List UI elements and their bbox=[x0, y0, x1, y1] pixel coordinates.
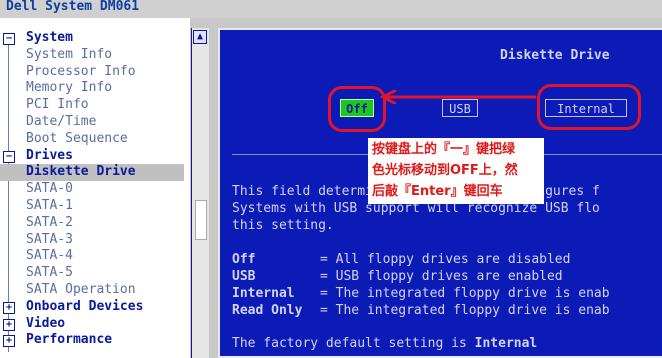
tree-item-sata-0[interactable]: SATA-0 bbox=[0, 181, 190, 198]
expand-icon[interactable]: + bbox=[3, 301, 15, 314]
callout-line: 色光标移动到OFF上，然 bbox=[372, 163, 518, 178]
factory-default-value: Internal bbox=[474, 336, 538, 351]
legend-value-usb: = USB floppy drives are enabled bbox=[320, 269, 563, 284]
description-line: this setting. bbox=[232, 218, 334, 233]
tree-item-processor-info[interactable]: Processor Info bbox=[0, 64, 190, 81]
tree-item-label: Memory Info bbox=[26, 80, 113, 96]
tree-item-performance[interactable]: + Performance bbox=[0, 332, 190, 349]
tree-item-label: Video bbox=[26, 315, 66, 331]
legend-value-internal: = The integrated floppy drive is enab bbox=[320, 286, 610, 301]
tree-item-video[interactable]: + Video bbox=[0, 316, 190, 333]
tree-item-label: SATA-5 bbox=[26, 265, 73, 281]
tree-item-label: Drives bbox=[26, 147, 73, 163]
tree-item-label: SATA-4 bbox=[26, 248, 73, 264]
legend-key-usb: USB bbox=[232, 269, 256, 284]
tree-item-sata-operation[interactable]: SATA Operation bbox=[0, 282, 190, 299]
tree-item-drives[interactable]: − Drives bbox=[0, 148, 190, 165]
annotation-arrow-icon bbox=[380, 90, 536, 104]
callout-line: 后敲『Enter』键回车 bbox=[372, 184, 503, 199]
tree-item-label: Boot Sequence bbox=[26, 130, 128, 146]
legend-key-read-only: Read Only bbox=[232, 303, 303, 318]
tree-item-label: SATA-0 bbox=[26, 181, 73, 197]
expand-icon[interactable]: + bbox=[3, 335, 15, 348]
tree-item-system-info[interactable]: System Info bbox=[0, 47, 190, 64]
tree-item-sata-5[interactable]: SATA-5 bbox=[0, 265, 190, 282]
collapse-icon[interactable]: − bbox=[3, 150, 15, 163]
tree-item-onboard-devices[interactable]: + Onboard Devices bbox=[0, 299, 190, 316]
tree-item-label: Processor Info bbox=[26, 63, 136, 79]
factory-default-prefix: The factory default setting is bbox=[232, 336, 475, 351]
tree-item-date-time[interactable]: Date/Time bbox=[0, 114, 190, 131]
tree-item-label: System Info bbox=[26, 46, 113, 62]
legend-key-internal: Internal bbox=[232, 286, 295, 301]
tree-item-label: System bbox=[26, 30, 73, 45]
tree-item-pci-info[interactable]: PCI Info bbox=[0, 97, 190, 114]
legend-value-read-only: = The integrated floppy drive is enab bbox=[320, 303, 610, 318]
tree-item-sata-3[interactable]: SATA-3 bbox=[0, 232, 190, 249]
tree-item-label: PCI Info bbox=[26, 97, 89, 113]
scrollbar-thumb[interactable] bbox=[195, 200, 207, 240]
tree-item-sata-4[interactable]: SATA-4 bbox=[0, 248, 190, 265]
highlight-off-circle bbox=[328, 86, 386, 132]
panel-title: Diskette Drive bbox=[500, 48, 610, 63]
tree-item-label: Date/Time bbox=[26, 113, 97, 129]
settings-tree-list: − System System Info Processor Info Memory I… bbox=[0, 30, 190, 349]
tree-item-label: SATA-3 bbox=[26, 231, 73, 247]
tree-item-label: Performance bbox=[26, 332, 113, 348]
window-title: Dell System DM061 bbox=[0, 0, 662, 18]
tree-item-label: SATA-2 bbox=[26, 214, 73, 230]
scroll-up-arrow-icon[interactable]: ▲ bbox=[193, 30, 207, 44]
tree-item-label: Onboard Devices bbox=[26, 298, 144, 314]
expand-icon[interactable]: + bbox=[3, 318, 15, 331]
factory-default-text: The factory default setting is Internal bbox=[232, 336, 537, 351]
instruction-callout: 按键盘上的『一』键把绿 色光标移动到OFF上，然 后敲『Enter』键回车 bbox=[368, 138, 544, 204]
tree-item-system[interactable]: − System bbox=[0, 30, 190, 47]
tree-item-sata-2[interactable]: SATA-2 bbox=[0, 215, 190, 232]
legend-key-off: Off bbox=[232, 252, 256, 267]
legend-value-off: = All floppy drives are disabled bbox=[320, 252, 571, 267]
tree-item-boot-sequence[interactable]: Boot Sequence bbox=[0, 131, 190, 148]
tree-item-label: SATA-1 bbox=[26, 197, 73, 213]
settings-panel: Diskette Drive Off USB Internal This fie… bbox=[218, 28, 662, 358]
tree-scrollbar[interactable]: ▲ bbox=[191, 28, 209, 358]
tree-item-diskette-drive[interactable]: Diskette Drive bbox=[0, 164, 184, 182]
tree-item-sata-1[interactable]: SATA-1 bbox=[0, 198, 190, 215]
settings-tree: − System System Info Processor Info Memory I… bbox=[0, 18, 190, 358]
collapse-icon[interactable]: − bbox=[3, 33, 15, 45]
tree-item-label: SATA Operation bbox=[26, 281, 136, 297]
callout-line: 按键盘上的『一』键把绿 bbox=[372, 142, 516, 157]
tree-item-memory-info[interactable]: Memory Info bbox=[0, 80, 190, 97]
highlight-internal-circle bbox=[537, 84, 641, 130]
tree-item-label: Diskette Drive bbox=[26, 164, 136, 180]
